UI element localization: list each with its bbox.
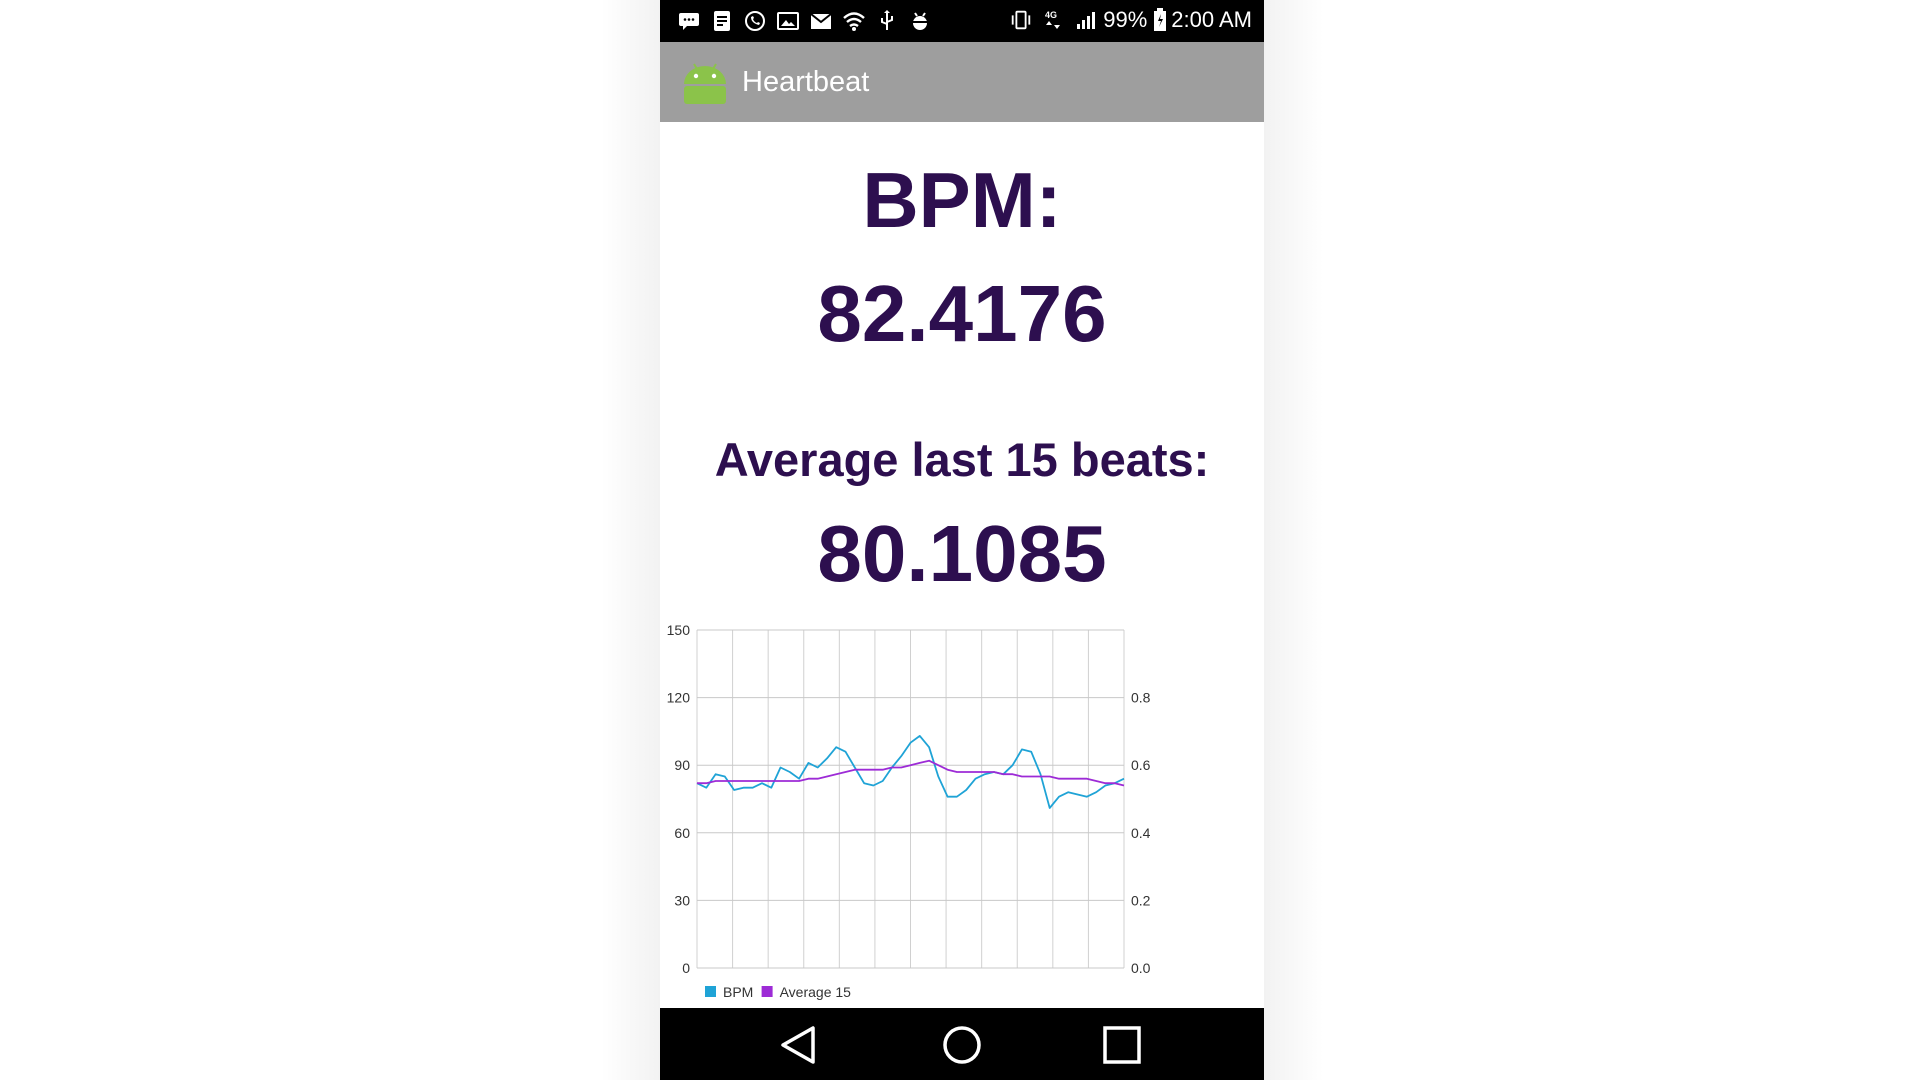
heartbeat-chart: 0 30 60 90 120 150 0.0 0.2 0.4 0.6 0.8 BPM Average 1… <box>667 622 1151 1000</box>
system-indicators: 4G 99% 2:00 AM <box>1000 7 1252 33</box>
app-bar: Heartbeat <box>660 42 1264 122</box>
phone-screen: 4G 99% 2:00 AM Heartbeat BPM: 82.4176 Av… <box>660 0 1264 1080</box>
wifi-icon <box>842 10 866 32</box>
y-tick-left: 120 <box>667 690 691 706</box>
status-bar: 4G 99% 2:00 AM <box>660 0 1264 42</box>
y-tick-left: 30 <box>674 892 690 908</box>
svg-text:4G: 4G <box>1045 10 1057 20</box>
battery-percent: 99% <box>1103 7 1148 32</box>
network-4g-icon: 4G <box>1042 9 1066 31</box>
whatsapp-icon <box>743 10 767 32</box>
background-shadow-right <box>1264 0 1324 1080</box>
legend-swatch <box>761 986 773 997</box>
y-tick-right: 0.2 <box>1131 892 1151 908</box>
y-tick-right: 0.4 <box>1131 825 1151 841</box>
app-title: Heartbeat <box>742 66 870 98</box>
legend-swatch <box>705 986 716 997</box>
notification-icons <box>668 10 932 32</box>
home-icon[interactable] <box>937 1020 987 1070</box>
legend-label: Average 15 <box>780 984 852 1000</box>
y-tick-left: 150 <box>667 622 691 638</box>
y-tick-left: 60 <box>674 825 690 841</box>
bpm-value: 82.4176 <box>817 269 1107 358</box>
bpm-label: BPM: <box>862 156 1062 244</box>
usb-icon <box>875 10 899 32</box>
background-shadow-left <box>600 0 660 1080</box>
recents-icon[interactable] <box>1097 1020 1147 1070</box>
document-icon <box>710 10 734 32</box>
back-icon[interactable] <box>775 1020 825 1070</box>
legend-label: BPM <box>723 984 753 1000</box>
average-value: 80.1085 <box>817 509 1107 598</box>
android-debug-icon <box>908 10 932 32</box>
y-tick-right: 0.6 <box>1131 757 1151 773</box>
android-icon <box>682 62 728 104</box>
average-label: Average last 15 beats: <box>714 433 1210 486</box>
clock: 2:00 AM <box>1171 7 1252 32</box>
y-tick-right: 0.0 <box>1131 960 1151 976</box>
y-tick-right: 0.8 <box>1131 690 1151 706</box>
y-tick-left: 0 <box>682 960 690 976</box>
signal-icon <box>1075 9 1099 31</box>
mail-icon <box>809 10 833 32</box>
battery-icon <box>1153 8 1167 31</box>
vibrate-icon <box>1009 9 1033 31</box>
navigation-bar <box>660 1008 1264 1080</box>
chat-icon <box>677 10 701 32</box>
y-tick-left: 90 <box>674 757 690 773</box>
image-icon <box>776 10 800 32</box>
